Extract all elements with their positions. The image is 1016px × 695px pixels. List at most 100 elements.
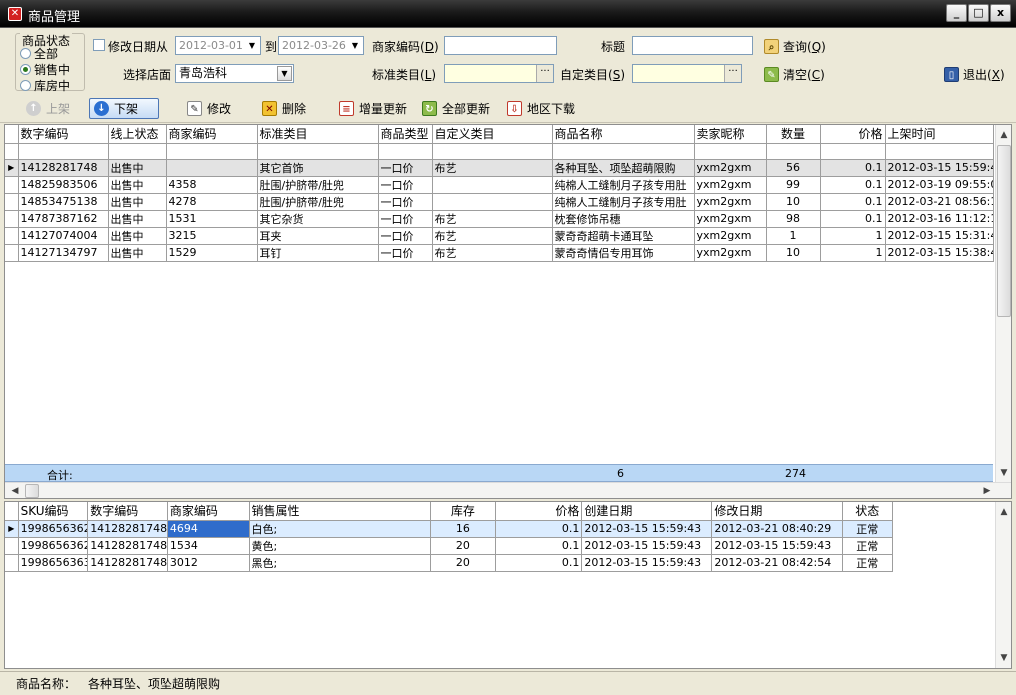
filter-cell[interactable] <box>432 143 553 160</box>
table-cell-focused[interactable]: 4694 <box>167 520 250 538</box>
table-cell[interactable]: 出售中 <box>108 159 167 177</box>
table-cell[interactable]: 肚围/护脐带/肚兜 <box>257 193 379 211</box>
table-cell[interactable] <box>166 159 258 177</box>
filter-cell[interactable] <box>378 143 433 160</box>
custom-category-input[interactable]: ··· <box>632 64 742 83</box>
table-cell[interactable]: 2012-03-15 15:59:43 <box>581 537 713 555</box>
full-update-button[interactable]: ↻ 全部更新 <box>418 98 494 119</box>
filter-cell[interactable] <box>18 143 109 160</box>
column-header[interactable]: 价格 <box>495 502 583 521</box>
table-cell[interactable]: 一口价 <box>378 193 433 211</box>
table-cell[interactable]: 0.1 <box>820 176 886 194</box>
table-cell[interactable]: 98 <box>766 210 821 228</box>
std-category-browse-button[interactable]: ··· <box>536 65 553 82</box>
table-cell[interactable]: 出售中 <box>108 176 167 194</box>
scroll-up-icon[interactable]: ▲ <box>996 127 1011 143</box>
chevron-down-icon[interactable]: ▼ <box>277 66 292 81</box>
scroll-up-icon[interactable]: ▲ <box>996 504 1011 520</box>
table-cell[interactable]: 1534 <box>167 537 250 555</box>
exit-button[interactable]: ▯ 退出(X) <box>944 66 1005 83</box>
table-cell[interactable]: 耳夹 <box>257 227 379 245</box>
table-cell[interactable]: 一口价 <box>378 159 433 177</box>
table-cell[interactable]: yxm2gxm <box>694 227 767 245</box>
table-cell[interactable]: 0.1 <box>495 520 583 538</box>
table-cell[interactable]: 14128281748 <box>18 159 109 177</box>
filter-cell[interactable] <box>885 143 994 160</box>
table-cell[interactable]: 一口价 <box>378 227 433 245</box>
table-cell[interactable]: 10 <box>766 244 821 262</box>
table-cell[interactable]: 14128281748 <box>87 537 168 555</box>
table-cell[interactable]: 14127074004 <box>18 227 109 245</box>
filter-cell[interactable] <box>820 143 886 160</box>
column-header[interactable]: 价格 <box>820 125 886 144</box>
table-cell[interactable]: 19986563630 <box>18 554 89 572</box>
column-header[interactable]: 卖家昵称 <box>694 125 767 144</box>
table-cell[interactable]: 20 <box>430 537 496 555</box>
filter-cell[interactable] <box>166 143 258 160</box>
table-cell[interactable]: 1531 <box>166 210 258 228</box>
column-header[interactable]: 库存 <box>430 502 496 521</box>
radio-in-stock[interactable]: 库房中 <box>20 78 70 93</box>
column-header[interactable]: 数量 <box>766 125 821 144</box>
table-cell[interactable]: 2012-03-15 15:31:4 <box>885 227 994 245</box>
column-header[interactable]: 数字编码 <box>18 125 109 144</box>
table-cell[interactable]: 黄色; <box>249 537 432 555</box>
column-header[interactable]: 销售属性 <box>249 502 432 521</box>
radio-on-sale[interactable]: 销售中 <box>20 62 70 77</box>
radio-on-sale-circle[interactable] <box>20 64 31 75</box>
table-cell[interactable]: 0.1 <box>820 210 886 228</box>
table-cell[interactable]: 0.1 <box>495 554 583 572</box>
table-cell[interactable]: 纯棉人工缝制月子孩专用肚 <box>552 193 695 211</box>
table-cell[interactable]: 布艺 <box>432 244 553 262</box>
table-cell[interactable]: 14853475138 <box>18 193 109 211</box>
clear-button[interactable]: ✎ 清空(C) <box>764 66 825 83</box>
region-download-button[interactable]: ⇩ 地区下载 <box>503 98 579 119</box>
table-cell[interactable]: 出售中 <box>108 193 167 211</box>
column-header[interactable]: 线上状态 <box>108 125 167 144</box>
table-cell[interactable]: 2012-03-19 09:55:0 <box>885 176 994 194</box>
table-cell[interactable]: 布艺 <box>432 159 553 177</box>
table-cell[interactable]: 3215 <box>166 227 258 245</box>
scroll-right-icon[interactable]: ▶ <box>979 483 995 498</box>
column-header[interactable]: 状态 <box>842 502 894 521</box>
table-cell[interactable]: 0.1 <box>820 159 886 177</box>
table-row[interactable]: 14127134797 出售中 1529 耳钉 一口价 布艺 蒙奇奇情侣专用耳饰… <box>5 244 994 262</box>
column-header[interactable]: 上架时间 <box>885 125 994 144</box>
scrollbar-thumb[interactable] <box>997 145 1011 317</box>
table-cell[interactable]: 1 <box>766 227 821 245</box>
product-vertical-scrollbar[interactable]: ▲ ▼ <box>995 125 1011 482</box>
table-cell[interactable]: 1529 <box>166 244 258 262</box>
table-cell[interactable]: 蒙奇奇情侣专用耳饰 <box>552 244 695 262</box>
table-cell[interactable]: 白色; <box>249 520 432 538</box>
table-cell[interactable]: 1 <box>820 244 886 262</box>
unshelve-button[interactable]: ↓ 下架 <box>89 98 159 119</box>
table-cell[interactable]: 布艺 <box>432 227 553 245</box>
table-row[interactable]: 14787387162 出售中 1531 其它杂货 一口价 布艺 枕套修饰吊穗 … <box>5 210 994 228</box>
table-cell[interactable]: yxm2gxm <box>694 244 767 262</box>
filter-cell[interactable] <box>108 143 167 160</box>
table-cell[interactable]: 枕套修饰吊穗 <box>552 210 695 228</box>
table-row[interactable]: 19986563630 14128281748 3012 黑色; 20 0.1 … <box>5 554 894 572</box>
table-cell[interactable]: 14128281748 <box>87 520 168 538</box>
table-cell[interactable]: 正常 <box>842 537 894 555</box>
table-cell[interactable]: 2012-03-16 11:12:1 <box>885 210 994 228</box>
scroll-down-icon[interactable]: ▼ <box>996 465 1011 481</box>
minimize-button[interactable]: _ <box>946 4 967 22</box>
table-cell[interactable]: 2012-03-15 15:59:43 <box>581 554 713 572</box>
shop-select[interactable]: 青岛浩科 ▼ <box>175 64 294 83</box>
table-cell[interactable]: 正常 <box>842 554 894 572</box>
table-cell[interactable] <box>432 176 553 194</box>
table-cell[interactable]: 20 <box>430 554 496 572</box>
table-cell[interactable]: 2012-03-21 08:42:54 <box>711 554 843 572</box>
table-row[interactable]: ▶ 14128281748 出售中 其它首饰 一口价 布艺 各种耳坠、项坠超萌限… <box>5 159 994 177</box>
table-row[interactable]: 14127074004 出售中 3215 耳夹 一口价 布艺 蒙奇奇超萌卡通耳坠… <box>5 227 994 245</box>
table-cell[interactable]: 4278 <box>166 193 258 211</box>
column-header[interactable]: 商品名称 <box>552 125 695 144</box>
table-cell[interactable]: 16 <box>430 520 496 538</box>
edit-button[interactable]: ✎ 修改 <box>183 98 235 119</box>
table-cell[interactable]: 正常 <box>842 520 894 538</box>
radio-all[interactable]: 全部 <box>20 46 58 61</box>
column-header[interactable]: 标准类目 <box>257 125 379 144</box>
table-cell[interactable]: 出售中 <box>108 210 167 228</box>
table-cell[interactable]: 纯棉人工缝制月子孩专用肚 <box>552 176 695 194</box>
